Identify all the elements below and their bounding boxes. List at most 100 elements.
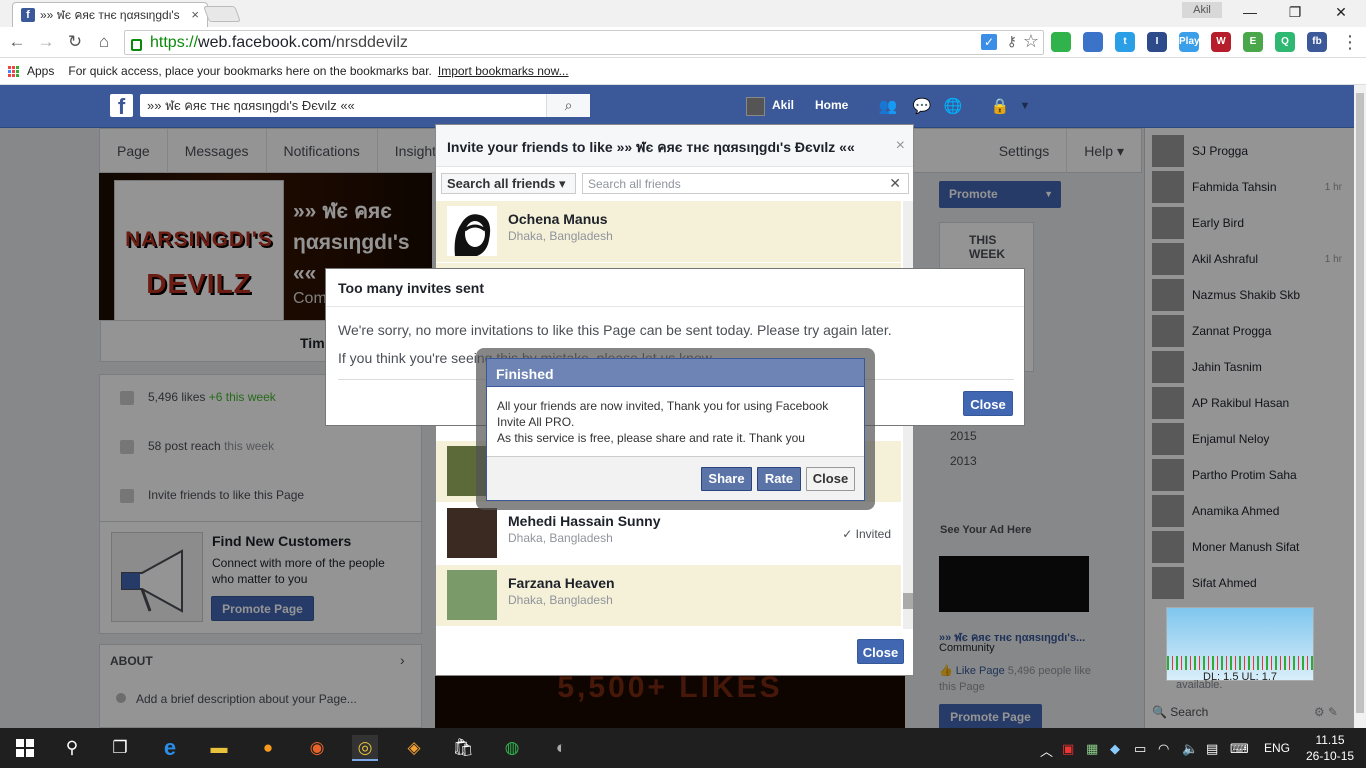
- g-ext-icon[interactable]: Q: [1275, 32, 1295, 52]
- finished-body: All your friends are now invited, Thank …: [497, 398, 857, 446]
- forward-button[interactable]: →: [35, 32, 57, 52]
- friend-name: Farzana Heaven: [508, 575, 615, 591]
- app-icon[interactable]: ◐: [548, 735, 574, 761]
- finished-message: All your friends are now invited, Thank …: [497, 399, 829, 429]
- friend-name: Ochena Manus: [508, 211, 608, 227]
- apps-link[interactable]: Apps: [27, 64, 54, 78]
- network-speed-widget[interactable]: DL: 1.5 UL: 1.7: [1166, 607, 1314, 683]
- clear-search-icon[interactable]: ✕: [889, 175, 901, 192]
- finished-footer: Share Rate Close: [487, 456, 864, 500]
- friend-avatar: [447, 206, 497, 256]
- invited-status: ✓ Invited: [842, 527, 891, 541]
- notification-icon[interactable]: ▤: [1206, 741, 1218, 757]
- acrobat-tray-icon[interactable]: ▣: [1062, 741, 1074, 757]
- browser-menu-icon[interactable]: ⋮: [1340, 32, 1360, 53]
- power-icon[interactable]: ▭: [1134, 741, 1146, 757]
- friend-avatar: [447, 570, 497, 620]
- whatsapp-icon[interactable]: [1051, 32, 1071, 52]
- red-ext-icon[interactable]: W: [1211, 32, 1231, 52]
- friends-filter-select[interactable]: Search all friends ▾: [441, 173, 576, 194]
- reload-button[interactable]: ↻: [64, 32, 86, 52]
- key-icon[interactable]: ⚷: [1007, 33, 1017, 50]
- store-icon[interactable]: 🛍: [450, 735, 476, 761]
- chat-available-text: available.: [1176, 679, 1223, 691]
- tray-app-icon[interactable]: ◆: [1110, 741, 1120, 757]
- import-bookmarks-link[interactable]: Import bookmarks now...: [438, 64, 569, 78]
- finished-share-note: As this service is free, please share an…: [497, 431, 805, 445]
- tray-chevron-icon[interactable]: ︿: [1040, 741, 1053, 760]
- too-many-title: Too many invites sent: [326, 269, 1024, 307]
- friend-location: Dhaka, Bangladesh: [508, 229, 613, 243]
- url-path: /nrsddevilz: [331, 33, 408, 51]
- file-explorer-icon[interactable]: ▬: [206, 735, 232, 761]
- clock[interactable]: 11.15 26-10-15: [1306, 732, 1354, 764]
- chrome-icon[interactable]: ◎: [352, 735, 378, 761]
- firefox-icon[interactable]: ◉: [304, 735, 330, 761]
- fb-ext-icon[interactable]: fb: [1307, 32, 1327, 52]
- cloud-app-icon[interactable]: ●: [255, 735, 281, 761]
- apps-grid-icon[interactable]: [8, 65, 19, 77]
- bookmark-star-icon[interactable]: ☆: [1023, 31, 1039, 52]
- lock-icon: [131, 38, 142, 51]
- friend-row[interactable]: Ochena Manus Dhaka, Bangladesh: [436, 201, 901, 263]
- bookmark-ext-icon[interactable]: I: [1147, 32, 1167, 52]
- volume-icon[interactable]: 🔈: [1182, 741, 1198, 757]
- friend-row[interactable]: Mehedi Hassain Sunny Dhaka, Bangladesh ✓…: [436, 503, 901, 565]
- finished-dialog: Finished All your friends are now invite…: [486, 358, 865, 501]
- facebook-search-value: »» ฬє คяє тнє ηαяsιηgdι's Đєvιlz ««: [147, 98, 355, 113]
- friend-row[interactable]: Farzana Heaven Dhaka, Bangladesh: [436, 565, 901, 627]
- window-close-button[interactable]: ✕: [1330, 4, 1352, 22]
- wifi-icon[interactable]: ◠: [1158, 741, 1169, 757]
- finished-close-button[interactable]: Close: [806, 467, 855, 491]
- bookmarks-bar: Apps For quick access, place your bookma…: [0, 58, 1366, 85]
- close-icon[interactable]: ×: [896, 137, 905, 155]
- facebook-search-input[interactable]: »» ฬє คяє тнє ηαяsιηgdι's Đєvιlz «« ⌕: [140, 94, 590, 117]
- user-name-link[interactable]: Akil: [772, 98, 794, 112]
- search-icon[interactable]: ⚲: [59, 735, 85, 761]
- friends-search-input[interactable]: Search all friends: [582, 173, 909, 194]
- url-scheme: https://: [150, 33, 199, 51]
- address-bar[interactable]: https:// web.facebook.com /nrsddevilz ✓ …: [124, 30, 1044, 55]
- notifications-globe-icon[interactable]: 🌐: [943, 97, 963, 115]
- browser-tab-active[interactable]: f »» ฬє คяє тнє ηαяsιηgdι's ×: [12, 2, 208, 27]
- privacy-icon[interactable]: 🔒: [990, 97, 1010, 115]
- new-tab-button[interactable]: [203, 6, 241, 22]
- messages-icon[interactable]: 💬: [912, 97, 932, 115]
- edge-icon[interactable]: e: [157, 735, 183, 761]
- user-avatar[interactable]: [746, 97, 765, 116]
- music-app-icon[interactable]: ◈: [401, 735, 427, 761]
- grid-ext-icon[interactable]: [1083, 32, 1103, 52]
- search-icon[interactable]: ⌕: [546, 94, 590, 117]
- home-button[interactable]: ⌂: [93, 32, 115, 52]
- invite-dialog-title: Invite your friends to like »» ฬє คяє тн…: [436, 125, 913, 167]
- profile-badge[interactable]: Akil: [1182, 2, 1222, 18]
- friend-name: Mehedi Hassain Sunny: [508, 513, 661, 529]
- tray-app-icon[interactable]: ▦: [1086, 741, 1098, 757]
- minimize-button[interactable]: —: [1239, 4, 1261, 22]
- play-ext-icon[interactable]: Play: [1179, 32, 1200, 52]
- language-indicator[interactable]: ENG: [1264, 741, 1290, 755]
- share-button[interactable]: Share: [701, 467, 752, 491]
- invite-close-button[interactable]: Close: [857, 639, 904, 664]
- account-menu-icon[interactable]: ▼: [1015, 100, 1035, 118]
- facebook-logo-icon[interactable]: f: [110, 94, 133, 119]
- too-many-message: We're sorry, no more invitations to like…: [338, 322, 892, 338]
- too-many-close-button[interactable]: Close: [963, 391, 1013, 416]
- task-view-icon[interactable]: ❐: [107, 735, 133, 761]
- start-windows-icon[interactable]: [12, 735, 38, 761]
- back-button[interactable]: ←: [6, 32, 28, 52]
- speed-graph: [1167, 656, 1313, 670]
- twitter-icon[interactable]: t: [1115, 32, 1135, 52]
- rate-button[interactable]: Rate: [757, 467, 801, 491]
- whatsapp-taskbar-icon[interactable]: ◍: [499, 735, 525, 761]
- url-host: web.facebook.com: [198, 33, 332, 51]
- maximize-button[interactable]: ❐: [1284, 4, 1306, 22]
- keyboard-icon[interactable]: ⌨: [1230, 741, 1249, 757]
- tab-close-icon[interactable]: ×: [191, 7, 199, 22]
- friend-requests-icon[interactable]: 👥: [878, 97, 898, 115]
- friend-location: Dhaka, Bangladesh: [508, 593, 613, 607]
- home-link[interactable]: Home: [815, 98, 848, 112]
- check-ext-icon[interactable]: ✓: [981, 34, 997, 50]
- shield-ext-icon[interactable]: E: [1243, 32, 1263, 52]
- page-scrollbar[interactable]: [1354, 85, 1366, 728]
